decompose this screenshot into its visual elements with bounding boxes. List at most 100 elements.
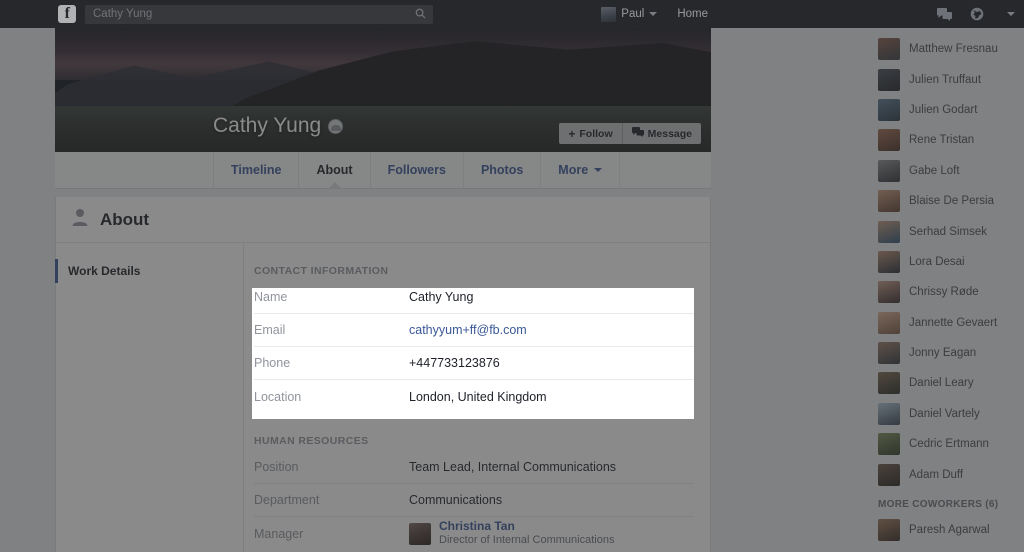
section-label-human-resources: HUMAN RESOURCES <box>254 435 369 447</box>
about-sidebar: Work Details <box>55 243 244 552</box>
tab-photos[interactable]: Photos <box>464 152 542 188</box>
avatar <box>878 311 900 334</box>
user-menu-label: Paul <box>621 8 645 20</box>
email-link[interactable]: cathyyum+ff@fb.com <box>409 323 527 337</box>
list-item[interactable]: Cedric Ertmann <box>864 429 1024 459</box>
table-row-manager: Manager Christina Tan Director of Intern… <box>254 517 694 550</box>
list-item[interactable]: Blaise De Persia <box>864 186 1024 216</box>
status-circle-icon <box>328 118 344 134</box>
avatar <box>878 402 900 425</box>
section-spacer <box>55 189 711 197</box>
sidebar-item-work-details[interactable]: Work Details <box>55 259 243 283</box>
avatar <box>878 342 900 365</box>
messages-button[interactable] <box>928 0 961 28</box>
profile-action-buttons: + Follow Message <box>559 123 701 144</box>
list-item[interactable]: Paresh Agarwal <box>864 515 1024 545</box>
avatar <box>878 68 900 91</box>
nav-more-button[interactable] <box>993 0 1024 28</box>
list-item[interactable]: Matthew Fresnau <box>864 34 1024 64</box>
about-card: About Work Details CONTACT INFORMATION N… <box>55 197 711 552</box>
table-row: Phone +447733123876 <box>254 347 694 380</box>
manager-value: Christina Tan Director of Internal Commu… <box>409 519 614 548</box>
message-button-label: Message <box>647 127 692 140</box>
avatar <box>878 372 900 395</box>
more-coworkers-label: MORE COWORKERS (6) <box>878 498 999 510</box>
table-row: Department Communications <box>254 484 694 517</box>
facebook-logo-icon[interactable]: f <box>58 5 76 23</box>
list-item-label: Rene Tristan <box>909 134 975 147</box>
list-item[interactable]: Julien Godart <box>864 95 1024 125</box>
cover-photo[interactable]: Cathy Yung + Follow Message <box>55 28 711 152</box>
plus-icon: + <box>568 126 576 141</box>
contact-information-table: Name Cathy Yung Email cathyyum+ff@fb.com… <box>254 281 694 413</box>
notifications-globe-button[interactable] <box>961 0 993 28</box>
search-icon <box>415 8 426 19</box>
list-item-label: Jannette Gevaert <box>909 316 998 329</box>
search-input-value: Cathy Yung <box>93 8 153 20</box>
person-icon <box>70 207 90 232</box>
avatar <box>878 220 900 243</box>
table-row: Location London, United Kingdom <box>254 380 694 413</box>
field-label: Location <box>254 389 302 404</box>
search-input[interactable]: Cathy Yung <box>85 4 433 24</box>
manager-text: Christina Tan Director of Internal Commu… <box>439 519 614 548</box>
profile-name: Cathy Yung <box>213 114 344 138</box>
section-label-contact-information: CONTACT INFORMATION <box>254 265 389 277</box>
tab-more[interactable]: More <box>541 152 621 188</box>
about-header: About <box>56 197 710 243</box>
list-item[interactable]: Daniel Vartely <box>864 399 1024 429</box>
home-link[interactable]: Home <box>667 0 718 28</box>
list-item[interactable]: Jonny Eagan <box>864 338 1024 368</box>
field-value: London, United Kingdom <box>409 389 547 404</box>
messages-icon <box>937 7 952 21</box>
list-item-label: Serhad Simsek <box>909 225 987 238</box>
list-item[interactable]: Daniel Leary <box>864 368 1024 398</box>
field-value: +447733123876 <box>409 356 500 370</box>
chevron-down-icon <box>594 168 603 172</box>
tab-timeline[interactable]: Timeline <box>213 152 300 188</box>
list-item[interactable]: Chrissy Røde <box>864 277 1024 307</box>
list-item-label: Lora Desai <box>909 255 965 268</box>
list-item[interactable]: Rene Tristan <box>864 125 1024 155</box>
contacts-sidebar: Matthew Fresnau Julien Truffaut Julien God… <box>864 28 1024 552</box>
manager-name-link[interactable]: Christina Tan <box>439 519 614 534</box>
list-item-label: Adam Duff <box>909 468 964 481</box>
field-label: Position <box>254 460 299 474</box>
human-resources-table: Position Team Lead, Internal Communicati… <box>254 451 694 550</box>
avatar <box>878 250 900 273</box>
chevron-down-icon <box>649 12 658 16</box>
list-item-label: Daniel Vartely <box>909 407 980 420</box>
list-item-label: Chrissy Røde <box>909 286 979 299</box>
tab-followers[interactable]: Followers <box>371 152 464 188</box>
user-menu-button[interactable]: Paul <box>591 0 667 28</box>
globe-icon <box>970 7 984 21</box>
table-row: Email cathyyum+ff@fb.com <box>254 314 694 347</box>
page-title: About <box>100 209 150 229</box>
list-item[interactable]: Lora Desai <box>864 247 1024 277</box>
chevron-down-icon <box>1007 12 1015 16</box>
top-navigation-bar: f Cathy Yung Paul Home <box>0 0 1024 28</box>
field-label: Department <box>254 493 320 507</box>
list-item[interactable]: Gabe Loft <box>864 156 1024 186</box>
page-root: f Cathy Yung Paul Home Cathy Yung + Foll… <box>0 0 1024 552</box>
profile-page: Cathy Yung + Follow Message Timeline Abo… <box>55 28 711 552</box>
tab-about[interactable]: About <box>299 152 371 188</box>
list-item[interactable]: Adam Duff <box>864 459 1024 489</box>
list-item-label: Julien Godart <box>909 103 978 116</box>
table-row: Name Cathy Yung <box>254 281 694 314</box>
list-item[interactable]: Julien Truffaut <box>864 64 1024 94</box>
avatar <box>878 159 900 182</box>
list-item[interactable]: Jannette Gevaert <box>864 308 1024 338</box>
avatar <box>878 98 900 121</box>
profile-name-text: Cathy Yung <box>213 114 322 137</box>
contacts-list: Matthew Fresnau Julien Truffaut Julien God… <box>864 34 1024 490</box>
list-item-label: Jonny Eagan <box>909 347 977 360</box>
field-label: Phone <box>254 356 291 370</box>
follow-button[interactable]: + Follow <box>559 123 623 144</box>
list-item[interactable]: Serhad Simsek <box>864 216 1024 246</box>
about-main: CONTACT INFORMATION Name Cathy Yung Emai… <box>244 243 710 552</box>
avatar <box>878 519 900 542</box>
message-button[interactable]: Message <box>622 123 701 144</box>
avatar <box>878 463 900 486</box>
